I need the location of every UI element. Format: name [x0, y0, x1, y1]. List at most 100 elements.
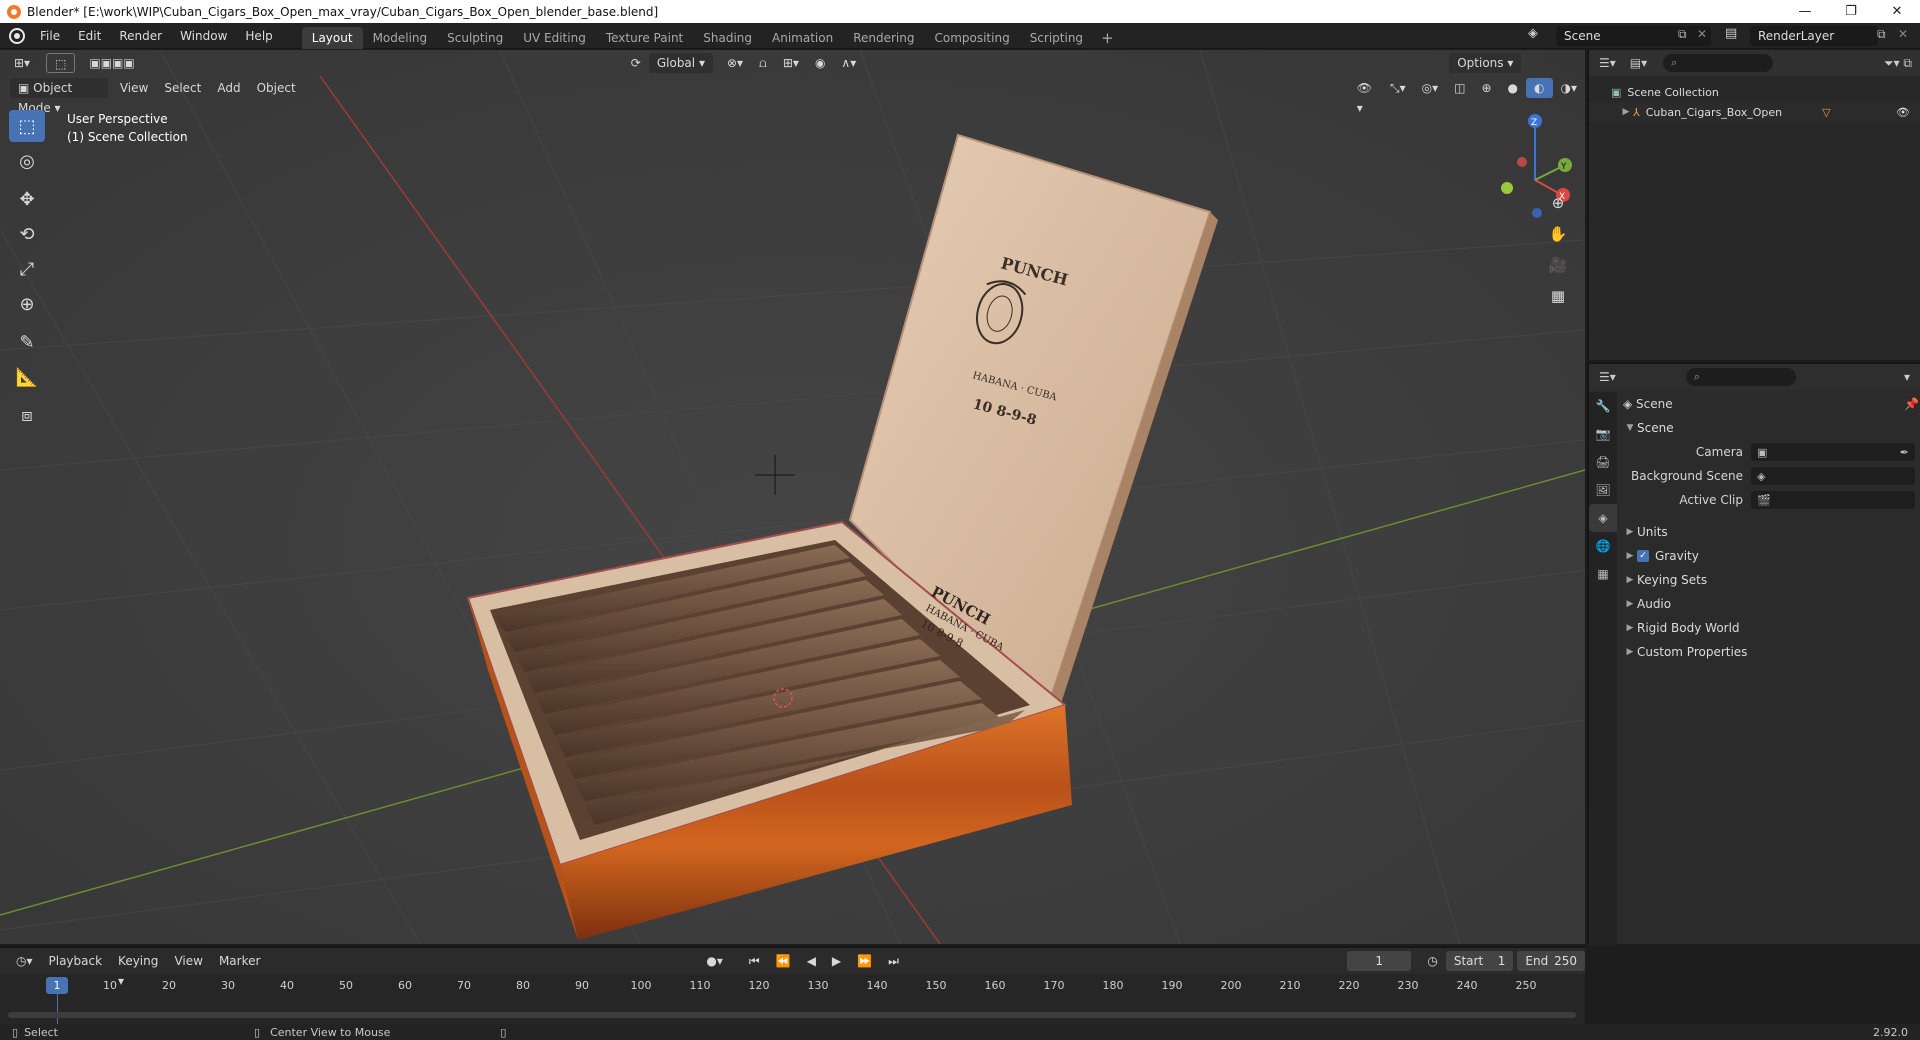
- snap-target-icon[interactable]: ⊞▾: [775, 53, 807, 73]
- pivot-point-icon[interactable]: ⊗▾: [719, 53, 751, 73]
- record-keyframe-icon[interactable]: ●▾: [698, 951, 731, 971]
- blender-logo-icon[interactable]: [9, 27, 25, 44]
- menu-keying[interactable]: Keying ▾: [110, 951, 166, 988]
- view-layer-selector[interactable]: RenderLayer: [1750, 26, 1878, 46]
- add-workspace-button[interactable]: +: [1093, 27, 1122, 49]
- menu-marker[interactable]: Marker: [211, 951, 268, 971]
- menu-object[interactable]: Object: [249, 78, 304, 98]
- tab-texture-paint[interactable]: Texture Paint: [596, 27, 693, 49]
- new-scene-icon[interactable]: ⧉: [1678, 27, 1687, 42]
- select-box-tool-icon[interactable]: ⬚: [9, 110, 45, 142]
- menu-window[interactable]: Window: [171, 23, 236, 49]
- properties-options-icon[interactable]: ▾: [1904, 370, 1910, 384]
- menu-view[interactable]: View: [112, 78, 156, 98]
- panel-rigid-body-world[interactable]: ▶ Rigid Body World: [1623, 616, 1919, 640]
- world-tab-icon[interactable]: 🌐: [1589, 532, 1617, 560]
- move-tool-icon[interactable]: ✥: [9, 183, 45, 215]
- tab-compositing[interactable]: Compositing: [924, 27, 1019, 49]
- perspective-toggle-icon[interactable]: ▦: [1545, 283, 1571, 309]
- menu-select[interactable]: Select: [156, 78, 209, 98]
- scene-icon[interactable]: ◈: [1528, 26, 1538, 41]
- transform-orientation-dropdown[interactable]: Global ▾: [648, 53, 713, 73]
- jump-to-end-icon[interactable]: ⏭: [880, 951, 907, 971]
- panel-keying-sets[interactable]: ▶ Keying Sets: [1623, 568, 1919, 592]
- panel-gravity[interactable]: ▶ ✓ Gravity: [1623, 544, 1919, 568]
- panel-scene-header[interactable]: ▼ Scene: [1623, 416, 1919, 440]
- panel-units[interactable]: ▶ Units: [1623, 520, 1919, 544]
- view-layer-icon[interactable]: ▤: [1725, 26, 1737, 41]
- active-clip-field[interactable]: 🎬: [1751, 491, 1915, 509]
- properties-search-input[interactable]: ⌕: [1685, 368, 1796, 386]
- scene-tab-icon[interactable]: ◈: [1589, 504, 1617, 532]
- playhead-frame[interactable]: 1: [46, 977, 68, 994]
- scale-tool-icon[interactable]: ⤢: [9, 253, 45, 285]
- rotate-tool-icon[interactable]: ⟲: [9, 218, 45, 250]
- play-icon[interactable]: ▶: [824, 951, 849, 971]
- outliner-row-object[interactable]: ▶ ⅄ Cuban_Cigars_Box_Open ▽ 👁: [1589, 102, 1920, 122]
- jump-to-keyframe-forward-icon[interactable]: ⏩: [849, 951, 880, 971]
- menu-timeline-view[interactable]: View: [166, 951, 210, 971]
- jump-to-start-icon[interactable]: ⏮: [741, 951, 768, 971]
- tab-rendering[interactable]: Rendering: [843, 27, 924, 49]
- transform-orientation-icon[interactable]: ⟳: [623, 53, 649, 73]
- playhead-line[interactable]: [57, 994, 58, 1024]
- close-button[interactable]: ✕: [1874, 0, 1920, 23]
- object-mode-dropdown[interactable]: ▣ Object Mode ▾: [10, 78, 108, 115]
- falloff-icon[interactable]: ∧▾: [833, 53, 864, 73]
- current-frame-field[interactable]: 1: [1346, 951, 1412, 971]
- display-mode-icon[interactable]: ▤▾: [1630, 56, 1647, 70]
- jump-to-keyframe-back-icon[interactable]: ⏪: [768, 951, 799, 971]
- pan-hand-icon[interactable]: ✋: [1545, 221, 1571, 247]
- gizmo-neg-x[interactable]: [1517, 157, 1527, 167]
- tab-uv-editing[interactable]: UV Editing: [513, 27, 596, 49]
- preview-range-icon[interactable]: ◷: [1419, 951, 1445, 971]
- output-tab-icon[interactable]: 🖨: [1589, 448, 1617, 476]
- zoom-icon[interactable]: ⊕: [1545, 190, 1571, 216]
- add-cube-tool-icon[interactable]: ⧈: [9, 399, 45, 431]
- rendered-shading-icon[interactable]: ◑▾: [1553, 78, 1586, 98]
- filter-icon[interactable]: ⏷▾ ⧉: [1884, 56, 1912, 71]
- render-tab-icon[interactable]: 📷: [1589, 420, 1617, 448]
- delete-view-layer-icon[interactable]: ✕: [1898, 27, 1908, 41]
- transform-tool-icon[interactable]: ⊕: [9, 288, 45, 320]
- annotate-tool-icon[interactable]: ✎: [9, 326, 45, 358]
- timeline-ruler[interactable]: 1 10 20 30 40 50 60 70 80 90 100 110 120 130 140 150 16…: [0, 974, 1585, 1000]
- selection-mode-icons[interactable]: ▣▣▣▣: [81, 53, 142, 73]
- eyedropper-icon[interactable]: ✒: [1900, 446, 1909, 459]
- wireframe-shading-icon[interactable]: ⊕: [1473, 78, 1499, 98]
- tab-animation[interactable]: Animation: [762, 27, 843, 49]
- timeline-scrollbar[interactable]: [8, 1012, 1576, 1018]
- scene-selector[interactable]: Scene: [1556, 26, 1711, 46]
- start-frame-field[interactable]: Start 1: [1445, 951, 1514, 971]
- solid-shading-icon[interactable]: ●: [1500, 78, 1526, 98]
- tab-sculpting[interactable]: Sculpting: [437, 27, 513, 49]
- pin-icon[interactable]: 📌: [1904, 397, 1919, 411]
- menu-file[interactable]: File: [31, 23, 69, 49]
- panel-audio[interactable]: ▶ Audio: [1623, 592, 1919, 616]
- overlay-toggle-icon[interactable]: ◎▾: [1414, 78, 1447, 98]
- play-reverse-icon[interactable]: ◀: [799, 951, 824, 971]
- gizmo-neg-z[interactable]: [1532, 208, 1542, 218]
- proportional-edit-icon[interactable]: ◉: [807, 53, 833, 73]
- panel-custom-properties[interactable]: ▶ Custom Properties: [1623, 640, 1919, 664]
- expand-arrow-icon[interactable]: ▶: [1619, 107, 1633, 117]
- new-view-layer-icon[interactable]: ⧉: [1877, 27, 1886, 42]
- tab-layout[interactable]: Layout: [301, 26, 363, 49]
- gizmo-neg-y[interactable]: [1501, 182, 1513, 194]
- editor-type-icon[interactable]: ⊞▾: [6, 53, 38, 73]
- menu-help[interactable]: Help: [236, 23, 281, 49]
- visibility-icon[interactable]: 👁▾: [1349, 78, 1382, 115]
- menu-playback[interactable]: Playback ▾: [41, 951, 111, 988]
- xray-toggle-icon[interactable]: ◫: [1446, 78, 1473, 98]
- delete-scene-icon[interactable]: ✕: [1697, 27, 1707, 41]
- outliner-editor-type-icon[interactable]: ☰▾: [1599, 56, 1616, 70]
- outliner-search-input[interactable]: ⌕: [1663, 54, 1774, 72]
- tab-scripting[interactable]: Scripting: [1020, 27, 1093, 49]
- gizmo-toggle-icon[interactable]: ⤡▾: [1382, 78, 1414, 98]
- menu-add[interactable]: Add: [209, 78, 248, 98]
- eye-visibility-icon[interactable]: 👁: [1896, 106, 1910, 119]
- gravity-checkbox[interactable]: ✓: [1637, 550, 1649, 562]
- menu-edit[interactable]: Edit: [69, 23, 110, 49]
- timeline-editor-type-icon[interactable]: ◷▾: [8, 951, 41, 971]
- material-preview-shading-icon[interactable]: ◐: [1526, 78, 1553, 98]
